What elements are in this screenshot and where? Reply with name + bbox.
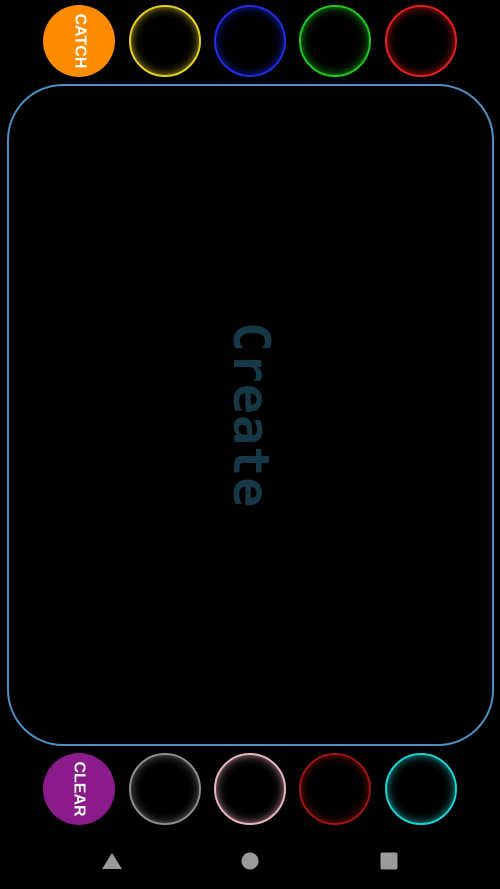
bottom-color-row: CLEAR bbox=[0, 751, 500, 827]
recents-button[interactable] bbox=[378, 850, 400, 872]
system-nav-bar bbox=[0, 830, 500, 889]
clear-button-label: CLEAR bbox=[70, 761, 88, 817]
catch-button-label: CATCH bbox=[71, 13, 88, 69]
circle-home-icon bbox=[241, 852, 259, 870]
color-red-button[interactable] bbox=[385, 5, 457, 77]
triangle-back-icon bbox=[102, 853, 122, 869]
drawing-canvas[interactable]: Create bbox=[7, 84, 494, 746]
top-color-row: CATCH bbox=[0, 3, 500, 79]
color-pink-button[interactable] bbox=[214, 753, 286, 825]
canvas-hint-text: Create bbox=[221, 321, 280, 509]
color-gray-button[interactable] bbox=[129, 753, 201, 825]
color-blue-button[interactable] bbox=[214, 5, 286, 77]
color-dark-red-button[interactable] bbox=[299, 753, 371, 825]
square-recents-icon bbox=[380, 852, 398, 870]
back-button[interactable] bbox=[101, 850, 123, 872]
color-green-button[interactable] bbox=[299, 5, 371, 77]
clear-button[interactable]: CLEAR bbox=[43, 753, 115, 825]
catch-button[interactable]: CATCH bbox=[43, 5, 115, 77]
home-button[interactable] bbox=[239, 850, 261, 872]
color-cyan-button[interactable] bbox=[385, 753, 457, 825]
color-yellow-button[interactable] bbox=[129, 5, 201, 77]
